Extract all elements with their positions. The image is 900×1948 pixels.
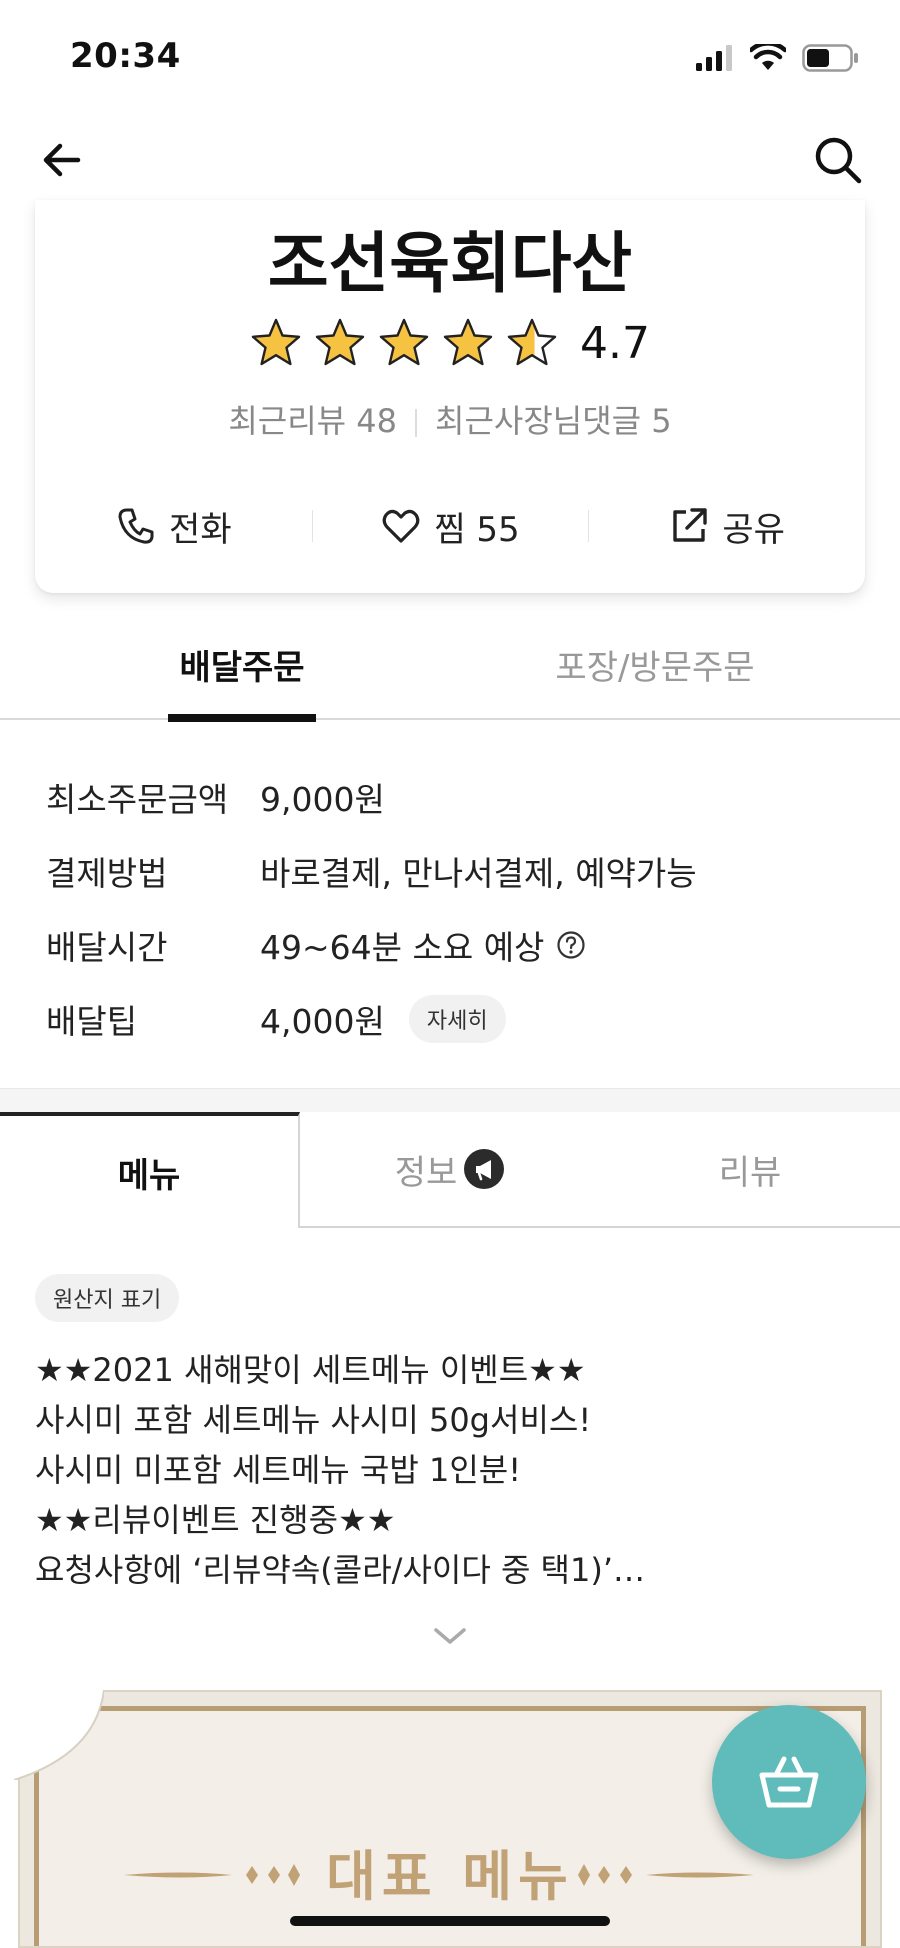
home-indicator [290,1916,610,1926]
delivery-tip-value: 4,000원 자세히 [260,995,506,1043]
notice-line: 사시미 포함 세트메뉴 사시미 50g서비스! [35,1401,592,1439]
battery-icon [802,44,858,72]
delivery-time-value: 49~64분 소요 예상 [260,921,586,969]
store-card: 조선육회다산 4.7 최근리뷰 48 최근사장님댓글 5 전화 찜 55 공유 [35,200,865,593]
order-type-tabs: 배달주문 포장/방문주문 [0,640,900,722]
tip-detail-button[interactable]: 자세히 [408,995,506,1043]
delivery-tip-amount: 4,000원 [260,1002,385,1041]
divider [415,409,418,437]
notice-line: 사시미 미포함 세트메뉴 국밥 1인분! [35,1451,522,1489]
star-half-icon [507,318,557,366]
wifi-icon [750,44,786,70]
owner-comments-link[interactable]: 최근사장님댓글 5 [435,402,672,440]
payment-label: 결제방법 [46,854,168,893]
page-curl-decoration [14,1690,104,1780]
notice-line: ★★리뷰이벤트 진행중★★ [35,1501,396,1539]
content-tabs: 메뉴 정보 리뷰 [0,1112,900,1228]
tab-delivery-order[interactable]: 배달주문 [168,640,316,722]
notice-line: ★★2021 새해맞이 세트메뉴 이벤트★★ [35,1351,586,1389]
star-full-icon [443,318,493,366]
min-order-label: 최소주문금액 [46,780,229,819]
search-icon[interactable] [812,134,864,186]
delivery-info: 최소주문금액 9,000원 결제방법 바로결제, 만나서결제, 예약가능 배달시… [46,760,866,1056]
star-full-icon [379,318,429,366]
info-row-payment: 결제방법 바로결제, 만나서결제, 예약가능 [46,834,866,908]
share-button[interactable]: 공유 [588,490,865,562]
notice-line: 요청사항에 ‘리뷰약속(콜라/사이다 중 택1)’… [35,1551,646,1589]
like-label: 찜 55 [434,509,520,550]
cart-button[interactable] [712,1705,866,1859]
delivery-time-label: 배달시간 [46,928,168,967]
share-label: 공유 [722,509,785,550]
basket-icon [759,1756,819,1808]
call-button[interactable]: 전화 [35,490,312,562]
heart-icon [382,509,420,543]
info-row-delivery-time: 배달시간 49~64분 소요 예상 [46,908,866,982]
star-full-icon [251,318,301,366]
tab-menu[interactable]: 메뉴 [0,1112,300,1228]
call-label: 전화 [169,509,232,550]
section-divider [0,1088,900,1112]
status-icons [696,40,860,76]
recent-reviews-link[interactable]: 최근리뷰 48 [228,402,397,440]
review-summary: 최근리뷰 48 최근사장님댓글 5 [35,396,865,442]
chevron-down-icon[interactable] [432,1624,468,1648]
share-icon [673,508,708,542]
info-row-min-order: 최소주문금액 9,000원 [46,760,866,834]
origin-label-button[interactable]: 원산지 표기 [35,1274,180,1322]
tab-info-label: 정보 [394,1152,458,1193]
rating-row: 4.7 [35,310,865,376]
like-button[interactable]: 찜 55 [311,490,589,562]
question-circle-icon[interactable] [556,930,586,960]
tab-info[interactable]: 정보 [300,1112,600,1228]
payment-value: 바로결제, 만나서결제, 예약가능 [260,854,697,893]
delivery-time-text: 49~64분 소요 예상 [260,928,545,967]
action-row: 전화 찜 55 공유 [35,490,865,562]
status-time: 20:34 [70,36,181,76]
tab-pickup-order[interactable]: 포장/방문주문 [530,640,780,720]
cellular-signal-icon [696,45,732,71]
rating-value: 4.7 [580,317,650,369]
megaphone-icon [464,1149,505,1189]
tab-review[interactable]: 리뷰 [600,1112,900,1228]
delivery-tip-label: 배달팁 [46,1002,138,1041]
min-order-value: 9,000원 [260,780,385,819]
status-bar: 20:34 [0,0,900,110]
star-full-icon [315,318,365,366]
phone-icon [118,508,154,544]
store-name: 조선육회다산 [267,225,633,302]
store-notice: ★★2021 새해맞이 세트메뉴 이벤트★★ 사시미 포함 세트메뉴 사시미 5… [35,1345,865,1595]
back-arrow-icon[interactable] [38,136,86,184]
info-row-delivery-tip: 배달팁 4,000원 자세히 [46,982,866,1056]
banner-right-ornament-icon [578,1864,754,1886]
